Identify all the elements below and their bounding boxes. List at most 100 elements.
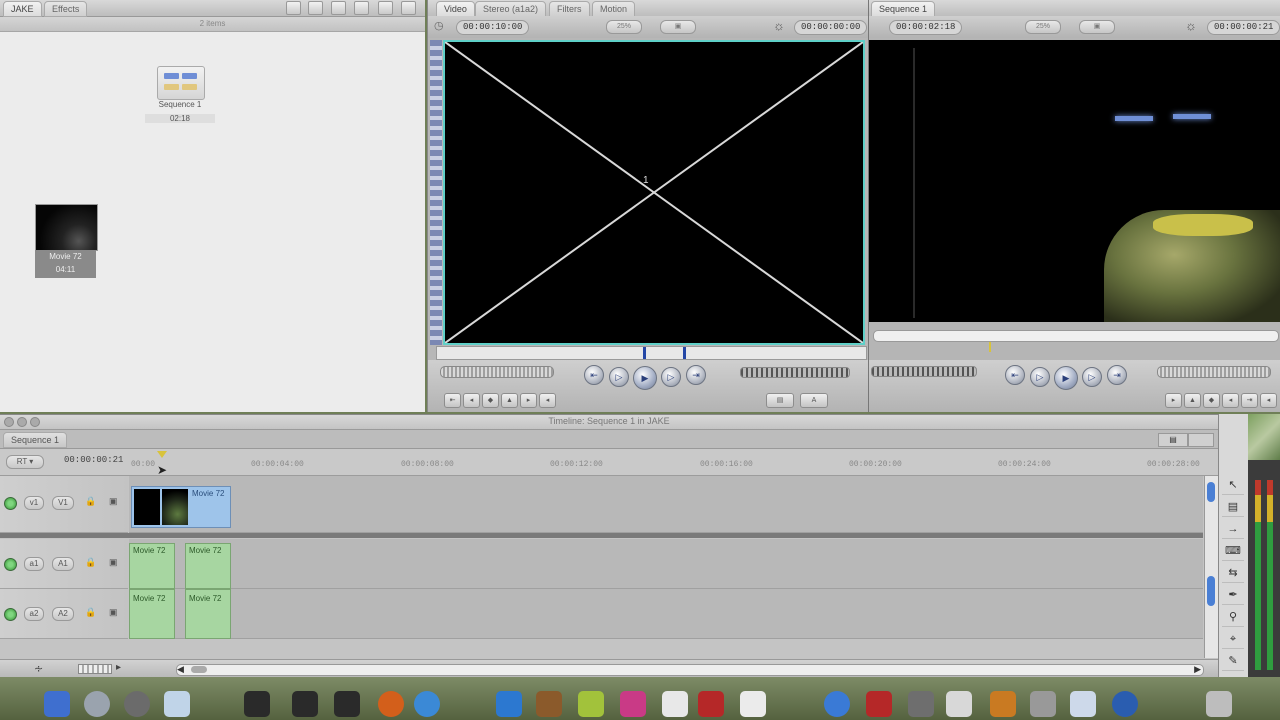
canvas-mark-in-icon[interactable]: ▸ bbox=[1165, 393, 1182, 408]
tab-effects[interactable]: Effects bbox=[44, 1, 88, 17]
tab-filters[interactable]: Filters bbox=[549, 1, 590, 17]
canvas-mark-clip-icon[interactable]: ◂ bbox=[1222, 393, 1239, 408]
playhead-icon[interactable] bbox=[157, 451, 167, 458]
mark-out-icon[interactable]: ◂ bbox=[539, 393, 556, 408]
tab-motion[interactable]: Motion bbox=[592, 1, 636, 17]
system-preferences-icon[interactable] bbox=[84, 691, 110, 717]
downloads-icon[interactable] bbox=[990, 691, 1016, 717]
medium-icons-icon[interactable] bbox=[378, 1, 393, 15]
zoom-slider-left-icon[interactable]: ▸ bbox=[116, 662, 121, 673]
view-options-icon[interactable] bbox=[286, 1, 301, 15]
canvas-playhead[interactable] bbox=[989, 342, 991, 352]
tab-timeline-sequence-1[interactable]: Sequence 1 bbox=[3, 432, 68, 448]
razor-icon[interactable]: ✒ bbox=[1222, 586, 1244, 605]
small-icons-icon[interactable] bbox=[354, 1, 369, 15]
scroll-left-icon[interactable]: ◀ bbox=[177, 664, 184, 675]
large-icons-icon[interactable] bbox=[401, 1, 416, 15]
tab-video[interactable]: Video bbox=[436, 1, 475, 17]
scroll-right-icon[interactable]: ▶ bbox=[1194, 664, 1201, 675]
canvas-keyframe-icon[interactable]: ◆ bbox=[1203, 393, 1220, 408]
icon-view-icon[interactable] bbox=[331, 1, 346, 15]
track-a1[interactable]: Movie 72 Movie 72 bbox=[129, 539, 1203, 589]
canvas-zoom-popup[interactable]: 25% bbox=[1025, 20, 1061, 34]
tab-stereo[interactable]: Stereo (a1a2) bbox=[475, 1, 547, 17]
canvas-view-popup[interactable]: ▣ bbox=[1079, 20, 1115, 34]
prev-edit-button[interactable]: ⇤ bbox=[584, 365, 604, 385]
canvas-marker-icon[interactable]: ▲ bbox=[1184, 393, 1201, 408]
selection-arrow-icon[interactable]: ↖ bbox=[1222, 476, 1244, 495]
video-scroll-thumb[interactable] bbox=[1207, 482, 1215, 502]
roll-icon[interactable]: ⌨ bbox=[1222, 542, 1244, 561]
mail-icon[interactable] bbox=[496, 691, 522, 717]
auto-select-a2-icon[interactable]: ▣ bbox=[109, 607, 118, 618]
pen-icon[interactable]: ✎ bbox=[1222, 652, 1244, 671]
canvas-match-frame-icon[interactable]: ⇥ bbox=[1241, 393, 1258, 408]
canvas-play-in-out-button[interactable]: ▷ bbox=[1030, 367, 1050, 387]
lock-a2-icon[interactable]: 🔒 bbox=[85, 607, 96, 618]
timeline-zoom-slider[interactable]: ◀ ▶ bbox=[176, 664, 1204, 676]
video-clip[interactable]: Movie 72 bbox=[131, 486, 231, 528]
source-a1[interactable]: a1 bbox=[24, 557, 44, 571]
canvas-mark-out-icon[interactable]: ◂ bbox=[1260, 393, 1277, 408]
clapper-3-icon[interactable] bbox=[334, 691, 360, 717]
mark-in-icon[interactable]: ▸ bbox=[520, 393, 537, 408]
canvas-play-around-button[interactable]: ▷ bbox=[1082, 367, 1102, 387]
canvas-prev-edit-button[interactable]: ⇤ bbox=[1005, 365, 1025, 385]
zoom-thumb[interactable] bbox=[191, 666, 207, 673]
play-button[interactable]: ▶ bbox=[633, 366, 657, 390]
mark-clip-icon[interactable]: ◂ bbox=[463, 393, 480, 408]
snapping-icon[interactable]: ▤ bbox=[1158, 433, 1188, 447]
quicktime-icon[interactable] bbox=[1112, 691, 1138, 717]
add-marker-icon[interactable]: ▲ bbox=[501, 393, 518, 408]
finder-icon[interactable] bbox=[44, 691, 70, 717]
firefox-icon[interactable] bbox=[378, 691, 404, 717]
zoom-icon[interactable]: ⚲ bbox=[1222, 608, 1244, 627]
track-audible-a1[interactable] bbox=[4, 558, 17, 571]
screen-icon[interactable] bbox=[946, 691, 972, 717]
trash-icon[interactable] bbox=[1206, 691, 1232, 717]
photo-booth-icon[interactable] bbox=[698, 691, 724, 717]
track-a2[interactable]: Movie 72 Movie 72 bbox=[129, 589, 1203, 639]
canvas-current-tc[interactable]: 00:00:00:21 bbox=[1207, 20, 1280, 35]
calendar-icon[interactable] bbox=[662, 691, 688, 717]
lock-icon[interactable]: 🔒 bbox=[85, 496, 96, 507]
track-v1[interactable]: Movie 72 bbox=[129, 476, 1203, 533]
photos-icon[interactable] bbox=[620, 691, 646, 717]
clapper-2-icon[interactable] bbox=[292, 691, 318, 717]
in-point-marker[interactable] bbox=[643, 347, 646, 359]
viewer-view-popup[interactable]: ▣ bbox=[660, 20, 696, 34]
disk-utility-icon[interactable] bbox=[124, 691, 150, 717]
documents-icon[interactable] bbox=[1070, 691, 1096, 717]
canvas-video-frame[interactable] bbox=[869, 40, 1280, 322]
utilities-icon[interactable] bbox=[908, 691, 934, 717]
linking-icon[interactable] bbox=[1188, 433, 1214, 447]
timeline-vertical-scrollbar[interactable] bbox=[1204, 476, 1218, 658]
dest-a1[interactable]: A1 bbox=[52, 557, 74, 571]
audio-clip-a2-1[interactable]: Movie 72 bbox=[129, 589, 175, 639]
track-height-icon[interactable] bbox=[78, 664, 112, 674]
dest-a2[interactable]: A2 bbox=[52, 607, 74, 621]
dest-v1[interactable]: V1 bbox=[52, 496, 74, 510]
address-book-icon[interactable] bbox=[536, 691, 562, 717]
clapper-icon[interactable] bbox=[244, 691, 270, 717]
viewer-current-tc[interactable]: 00:00:00:00 bbox=[794, 20, 868, 35]
canvas-scrubber[interactable] bbox=[873, 330, 1279, 342]
viewer-jog[interactable] bbox=[740, 367, 850, 378]
preview-icon[interactable] bbox=[164, 691, 190, 717]
dvd-player-icon[interactable] bbox=[866, 691, 892, 717]
crop-icon[interactable]: ⌖ bbox=[1222, 630, 1244, 649]
viewer-zoom-popup[interactable]: 25% bbox=[606, 20, 642, 34]
safari-icon[interactable] bbox=[414, 691, 440, 717]
audio-clip-a1-2[interactable]: Movie 72 bbox=[185, 543, 231, 589]
network-icon[interactable] bbox=[824, 691, 850, 717]
track-audible-a2[interactable] bbox=[4, 608, 17, 621]
canvas-shuttle[interactable] bbox=[1157, 366, 1271, 378]
edit-select-icon[interactable]: ▤ bbox=[1222, 498, 1244, 517]
generator-icon[interactable]: A bbox=[800, 393, 828, 408]
source-a2[interactable]: a2 bbox=[24, 607, 44, 621]
recent-clips-icon[interactable]: ▤ bbox=[766, 393, 794, 408]
tab-jake[interactable]: JAKE bbox=[3, 1, 42, 17]
track-select-icon[interactable]: → bbox=[1222, 520, 1244, 539]
itunes-icon[interactable] bbox=[578, 691, 604, 717]
play-in-out-button[interactable]: ▷ bbox=[609, 367, 629, 387]
